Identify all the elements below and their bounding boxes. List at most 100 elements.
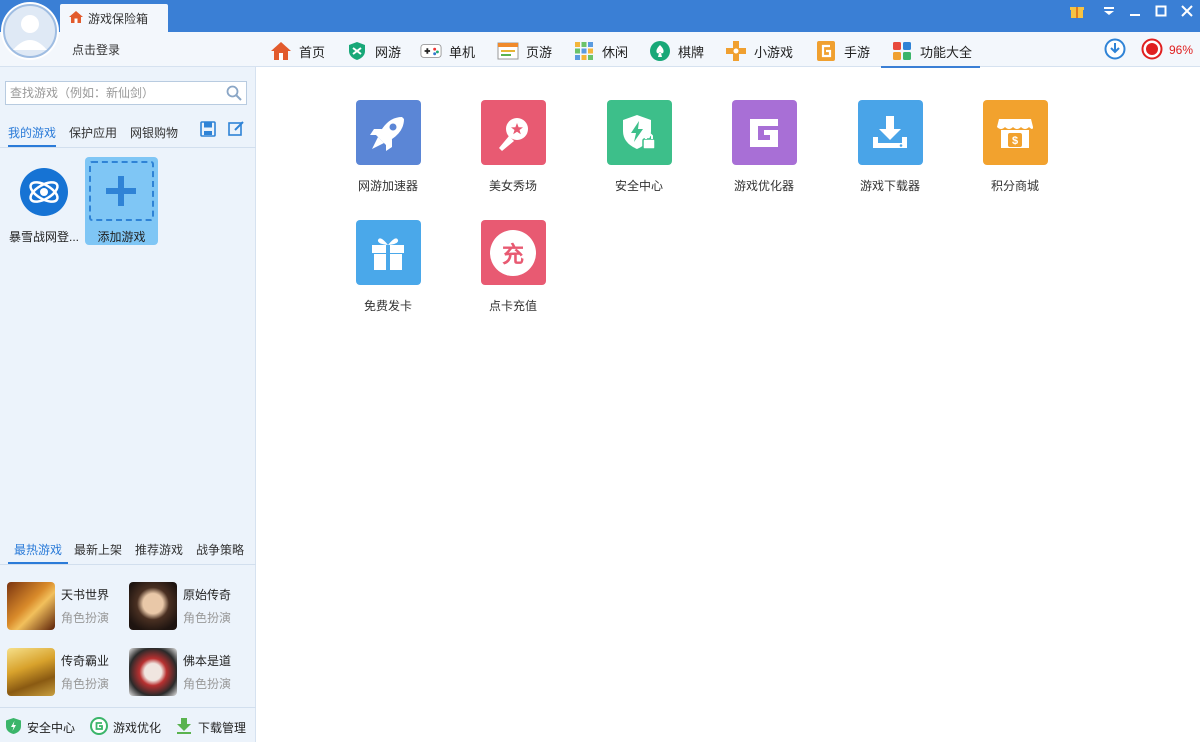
game-name: 原始传奇 bbox=[183, 588, 232, 602]
tab-title: 游戏保险箱 bbox=[88, 11, 149, 26]
menu-dropdown-icon[interactable] bbox=[1096, 0, 1122, 22]
shield-bolt-icon bbox=[5, 717, 22, 738]
mobile-g-icon bbox=[815, 40, 837, 62]
gamepad-icon bbox=[420, 40, 442, 62]
percent-text: 96% bbox=[1169, 43, 1194, 57]
apps-grid-icon bbox=[891, 40, 913, 62]
minimize-icon[interactable] bbox=[1122, 0, 1148, 22]
download-arrow-icon bbox=[175, 717, 193, 738]
nav-chess[interactable]: 棋牌 bbox=[649, 37, 704, 65]
feature-recharge[interactable]: 充 点卡充值 bbox=[468, 220, 558, 314]
nav-home[interactable]: 首页 bbox=[270, 37, 325, 65]
feature-game-downloader[interactable]: 游戏下载器 bbox=[845, 100, 935, 194]
hot-game-item[interactable]: 传奇霸业 角色扮演 bbox=[7, 648, 122, 698]
sidebar: 我的游戏 保护应用 网银购物 暴雪战网登... 添加游戏 最热游戏 最新上架 推… bbox=[0, 67, 256, 742]
shield-icon bbox=[346, 40, 368, 62]
feature-label: 积分商城 bbox=[990, 179, 1039, 193]
nav-minigame[interactable]: 小游戏 bbox=[725, 37, 793, 65]
title-bar bbox=[0, 0, 1200, 32]
hot-game-item[interactable]: 天书世界 角色扮演 bbox=[7, 582, 122, 632]
nav-label: 网游 bbox=[375, 44, 402, 60]
gift-icon[interactable] bbox=[1064, 0, 1090, 22]
maximize-icon[interactable] bbox=[1148, 0, 1174, 22]
nav-features[interactable]: 功能大全 bbox=[880, 37, 981, 68]
rocket-icon bbox=[355, 100, 421, 165]
tab-new-games[interactable]: 最新上架 bbox=[74, 541, 122, 558]
download-icon bbox=[857, 100, 923, 165]
footer-game-optimize[interactable]: 游戏优化 bbox=[90, 717, 161, 738]
hot-game-item[interactable]: 佛本是道 角色扮演 bbox=[129, 648, 244, 698]
footer-label: 下载管理 bbox=[198, 721, 247, 735]
feature-label: 游戏下载器 bbox=[859, 179, 920, 193]
game-name: 佛本是道 bbox=[183, 654, 232, 668]
g-circle-icon bbox=[90, 717, 108, 738]
feature-accelerator[interactable]: 网游加速器 bbox=[343, 100, 433, 194]
gift-icon bbox=[355, 220, 421, 285]
feature-security-center[interactable]: 安全中心 bbox=[594, 100, 684, 194]
tab-my-games[interactable]: 我的游戏 bbox=[8, 124, 57, 147]
feature-points-mall[interactable]: $ 积分商城 bbox=[970, 100, 1060, 194]
feature-beauty-show[interactable]: 美女秀场 bbox=[468, 100, 558, 194]
search-box[interactable] bbox=[5, 81, 247, 105]
close-icon[interactable] bbox=[1174, 0, 1200, 22]
hot-game-item[interactable]: 原始传奇 角色扮演 bbox=[129, 582, 244, 632]
footer-label: 游戏优化 bbox=[113, 721, 162, 735]
download-status[interactable] bbox=[1104, 38, 1126, 62]
feature-free-cards[interactable]: 免费发卡 bbox=[343, 220, 433, 314]
footer-download-manager[interactable]: 下载管理 bbox=[175, 717, 246, 738]
game-name: 传奇霸业 bbox=[61, 654, 110, 668]
microphone-icon bbox=[480, 100, 546, 165]
nav-label: 页游 bbox=[526, 44, 553, 60]
home-icon bbox=[68, 10, 84, 27]
divider bbox=[0, 147, 256, 148]
nav-label: 手游 bbox=[844, 44, 871, 60]
feature-label: 点卡充值 bbox=[488, 299, 537, 313]
protection-status[interactable]: 96% bbox=[1141, 38, 1193, 62]
nav-casual[interactable]: 休闲 bbox=[573, 37, 628, 65]
feature-label: 免费发卡 bbox=[363, 299, 412, 313]
nav-online[interactable]: 网游 bbox=[346, 37, 401, 65]
nav-web[interactable]: 页游 bbox=[497, 37, 552, 65]
download-circle-icon bbox=[1104, 38, 1126, 63]
home-icon bbox=[270, 40, 292, 62]
feature-label: 网游加速器 bbox=[357, 179, 418, 193]
tab-recommended[interactable]: 推荐游戏 bbox=[135, 541, 183, 558]
nav-label: 棋牌 bbox=[678, 44, 705, 60]
tab-game-safe[interactable]: 游戏保险箱 bbox=[60, 4, 168, 32]
login-link[interactable]: 点击登录 bbox=[72, 41, 120, 58]
tab-protected-apps[interactable]: 保护应用 bbox=[69, 124, 117, 141]
search-icon[interactable] bbox=[222, 85, 246, 101]
nav-label: 单机 bbox=[449, 44, 476, 60]
edit-icon[interactable] bbox=[228, 120, 245, 140]
feature-game-optimizer[interactable]: 游戏优化器 bbox=[719, 100, 809, 194]
spade-icon bbox=[649, 40, 671, 62]
feature-label: 美女秀场 bbox=[488, 179, 537, 193]
avatar[interactable] bbox=[0, 0, 60, 64]
nav-single[interactable]: 单机 bbox=[420, 37, 475, 65]
game-thumbnail bbox=[7, 582, 55, 630]
game-label: 暴雪战网登... bbox=[8, 230, 79, 244]
recharge-glyph: 充 bbox=[501, 242, 524, 268]
tab-strategy[interactable]: 战争策略 bbox=[196, 541, 244, 558]
add-game-label: 添加游戏 bbox=[97, 230, 146, 244]
plus-icon bbox=[104, 174, 138, 211]
tab-hot-games[interactable]: 最热游戏 bbox=[7, 541, 69, 564]
tab-online-banking[interactable]: 网银购物 bbox=[130, 124, 178, 141]
recharge-icon: 充 bbox=[480, 220, 546, 285]
svg-text:$: $ bbox=[1012, 135, 1018, 147]
shield-lock-icon bbox=[606, 100, 672, 165]
footer-label: 安全中心 bbox=[27, 721, 76, 735]
game-genre: 角色扮演 bbox=[183, 611, 232, 625]
game-thumbnail bbox=[7, 648, 55, 696]
search-input[interactable] bbox=[10, 86, 222, 100]
nav-mobile[interactable]: 手游 bbox=[815, 37, 870, 65]
casual-grid-icon bbox=[573, 40, 595, 62]
save-icon[interactable] bbox=[200, 121, 216, 140]
nav-label: 首页 bbox=[299, 44, 326, 60]
footer-security-center[interactable]: 安全中心 bbox=[5, 717, 75, 738]
game-card-battlenet[interactable]: 暴雪战网登... bbox=[7, 159, 81, 245]
add-game-button[interactable]: 添加游戏 bbox=[85, 157, 158, 245]
game-name: 天书世界 bbox=[61, 588, 110, 602]
game-thumbnail bbox=[129, 648, 177, 696]
game-genre: 角色扮演 bbox=[183, 677, 232, 691]
